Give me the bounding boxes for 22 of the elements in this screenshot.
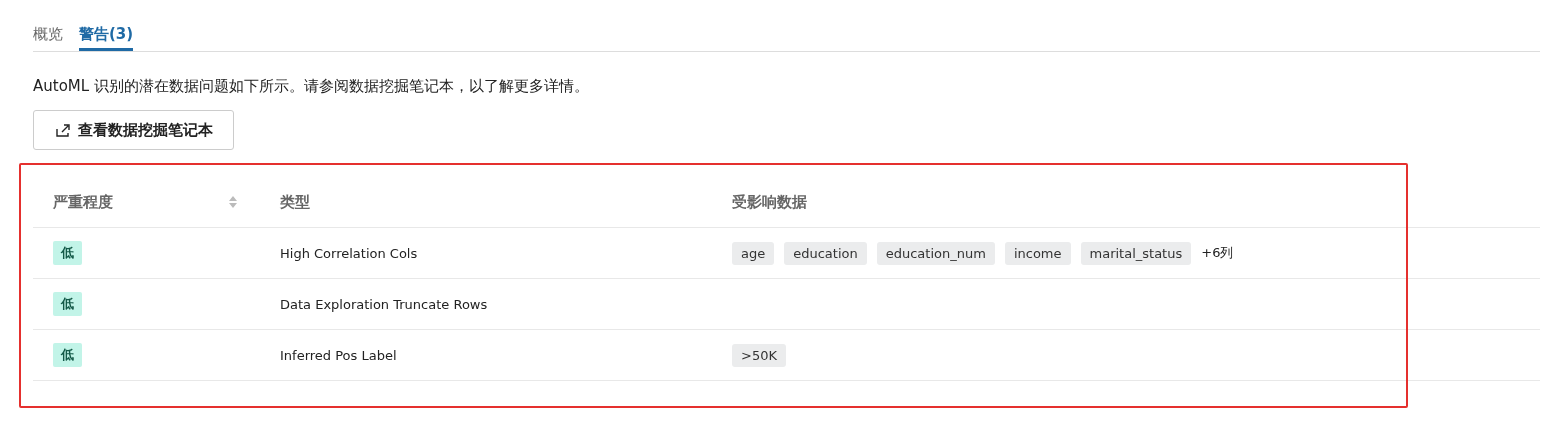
severity-badge: 低 (53, 241, 82, 265)
column-tag: >50K (732, 343, 786, 367)
tab[interactable]: 警告(3) (79, 14, 134, 51)
table-cell: Inferred Pos Label (280, 347, 397, 363)
column-tag: education_num (876, 241, 995, 265)
table-cell: Data Exploration Truncate Rows (280, 296, 488, 312)
column-tag: age (732, 241, 775, 265)
severity-badge: 低 (53, 343, 82, 367)
view-notebook-button[interactable]: 查看数据挖掘笔记本 (33, 110, 234, 150)
description-text: AutoML 识别的潜在数据问题如下所示。请参阅数据挖掘笔记本，以了解更多详情。 (33, 77, 590, 96)
share-icon (56, 123, 70, 137)
column-header: 严重程度 (53, 192, 113, 212)
column-tag: income (1004, 241, 1071, 265)
column-header: 受影响数据 (732, 192, 807, 212)
column-tag: education (784, 241, 867, 265)
sort-icon[interactable] (228, 194, 238, 210)
table-cell: High Correlation Cols (280, 245, 418, 261)
tab[interactable]: 概览 (33, 14, 63, 51)
column-tag: marital_status (1080, 241, 1192, 265)
more-count: +6列 (1201, 244, 1234, 262)
severity-badge: 低 (53, 292, 82, 316)
column-header: 类型 (280, 192, 310, 212)
